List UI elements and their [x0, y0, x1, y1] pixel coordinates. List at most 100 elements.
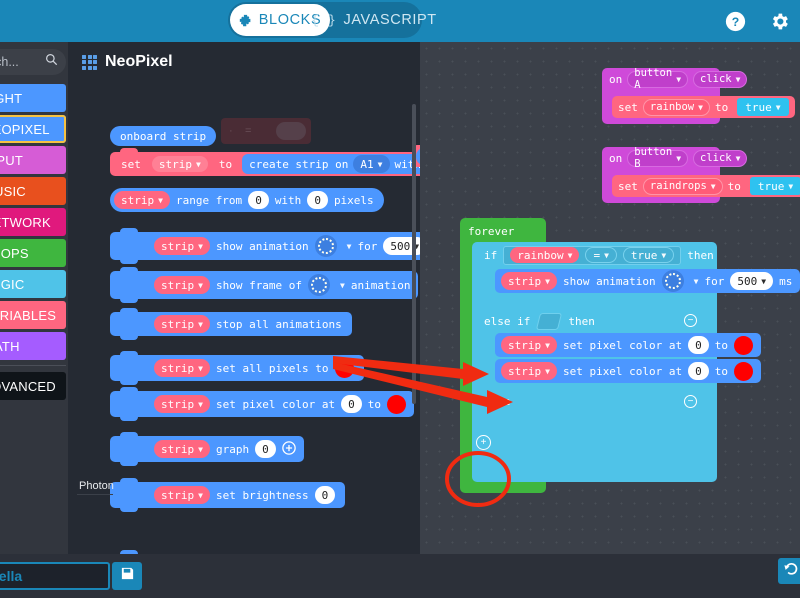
minus-circle-icon[interactable]: − [684, 314, 697, 327]
variable-dropdown-strip[interactable]: strip▼ [501, 336, 557, 354]
color-swatch[interactable] [734, 362, 753, 381]
block-set-pixel-color-1[interactable]: strip▼ set pixel color at 0 to [495, 333, 761, 357]
flyout-vscrollbar[interactable] [412, 104, 416, 404]
block-strip-range[interactable]: strip▼ range from 0 with 0 pixels [110, 188, 384, 212]
color-swatch[interactable] [387, 395, 406, 414]
sidebar-item-label: ADVANCED [0, 379, 56, 394]
chevron-down-icon: ▼ [694, 277, 699, 286]
variable-dropdown-strip[interactable]: strip▼ [154, 486, 210, 504]
block-set-brightness[interactable]: strip▼ set brightness 0 [110, 482, 345, 508]
set-label: set [116, 158, 146, 171]
variable-dropdown-rainbow[interactable]: rainbow▼ [510, 247, 579, 263]
if-block-footer[interactable] [476, 431, 716, 453]
sidebar-item-advanced[interactable]: ADVANCED [0, 372, 66, 400]
sidebar-item-logic[interactable]: LOGIC [0, 270, 66, 298]
show-animation-label: show animation [216, 240, 309, 253]
else-if-row[interactable]: else if then [476, 310, 595, 332]
block-set-rainbow-true[interactable]: set rainbow▼ to true▼ [612, 96, 795, 118]
block-set-strip-create[interactable]: set strip▼ to create strip on A1▼ with 3… [110, 152, 420, 176]
tab-javascript[interactable]: { } JAVASCRIPT [330, 4, 418, 36]
button-dropdown-b[interactable]: button B▼ [627, 150, 688, 167]
block-set-all-pixels[interactable]: strip▼ set all pixels to [110, 355, 364, 381]
variable-dropdown-strip[interactable]: strip▼ [154, 440, 210, 458]
event-type-dropdown-b[interactable]: click▼ [693, 150, 747, 167]
search-input[interactable]: arch... [0, 49, 66, 75]
save-button[interactable] [112, 562, 142, 590]
plus-circle-icon[interactable] [282, 441, 296, 458]
animation-picker[interactable] [662, 270, 684, 292]
chevron-down-icon: ▼ [378, 160, 383, 169]
variable-dropdown-rainbow[interactable]: rainbow▼ [643, 99, 710, 116]
else-row[interactable]: else [476, 390, 511, 412]
animation-picker[interactable] [308, 274, 330, 296]
sidebar-item-light[interactable]: LIGHT [0, 84, 66, 112]
blocks-workspace[interactable]: on button A▼ click▼ set rainbow▼ to true… [420, 42, 800, 554]
block-show-frame[interactable]: strip▼ show frame of ▼ animation [110, 271, 418, 299]
block-stop-animations[interactable]: strip▼ stop all animations [110, 312, 352, 336]
variable-dropdown-strip[interactable]: strip▼ [154, 276, 210, 294]
search-placeholder: arch... [0, 55, 45, 69]
gear-icon[interactable] [768, 10, 790, 32]
variable-dropdown-strip[interactable]: strip▼ [154, 359, 210, 377]
block-set-pixel-color-2[interactable]: strip▼ set pixel color at 0 to [495, 359, 761, 383]
variable-dropdown-strip[interactable]: strip▼ [114, 191, 170, 209]
plus-circle-icon[interactable]: + [476, 435, 491, 450]
variable-dropdown-strip[interactable]: strip▼ [501, 362, 557, 380]
range-start-input[interactable]: 0 [248, 191, 269, 209]
duration-dropdown[interactable]: 500▼ [730, 272, 773, 290]
chevron-down-icon: ▼ [676, 75, 681, 84]
boolean-dropdown-true[interactable]: true▼ [623, 247, 674, 263]
sidebar-item-math[interactable]: MATH [0, 332, 66, 360]
pixel-index-input[interactable]: 0 [688, 362, 709, 380]
chevron-down-icon: ▼ [198, 400, 203, 409]
boolean-dropdown-true[interactable]: true▼ [737, 98, 788, 116]
pin-dropdown[interactable]: A1▼ [353, 155, 389, 173]
variable-dropdown-strip[interactable]: strip▼ [501, 272, 557, 290]
empty-condition-slot[interactable] [536, 313, 562, 330]
help-circle-icon[interactable]: ? [724, 10, 746, 32]
variable-dropdown-strip[interactable]: strip▼ [154, 237, 210, 255]
operator-dropdown[interactable]: =▼ [585, 247, 616, 263]
project-name-input[interactable]: raBrella [0, 562, 110, 590]
block-onboard-strip[interactable]: onboard strip [110, 126, 216, 146]
top-bar-actions: ? [724, 0, 790, 42]
editor-mode-toggle[interactable]: BLOCKS { } JAVASCRIPT [228, 2, 422, 38]
color-swatch[interactable] [335, 359, 354, 378]
block-set-pixel-color[interactable]: strip▼ set pixel color at 0 to [110, 391, 414, 417]
comparison-expression[interactable]: rainbow▼ =▼ true▼ [503, 246, 681, 265]
event-type-dropdown-a[interactable]: click▼ [693, 71, 747, 88]
brightness-input[interactable]: 0 [315, 486, 336, 504]
block-flyout[interactable]: NeoPixel ·= onboard strip set strip▼ to … [68, 42, 420, 554]
block-set-raindrops-true[interactable]: set raindrops▼ to true▼ [612, 175, 800, 197]
sidebar-item-variables[interactable]: VARIABLES [0, 301, 66, 329]
sidebar-item-neopixel[interactable]: NEOPIXEL [0, 115, 66, 143]
block-show-animation-nested[interactable]: strip▼ show animation ▼ for 500▼ ms [495, 269, 800, 293]
block-show-animation[interactable]: strip▼ show animation ▼ for 500▼ ms [110, 232, 420, 260]
then-label: then [687, 249, 714, 262]
color-swatch[interactable] [734, 336, 753, 355]
variable-dropdown-strip[interactable]: strip▼ [151, 155, 209, 173]
graph-value-input[interactable]: 0 [255, 440, 276, 458]
variable-dropdown-strip[interactable]: strip▼ [154, 395, 210, 413]
variable-dropdown-raindrops[interactable]: raindrops▼ [643, 178, 723, 195]
animation-picker[interactable] [315, 235, 337, 257]
sidebar-item-music[interactable]: MUSIC [0, 177, 66, 205]
stop-animations-label: stop all animations [216, 318, 342, 331]
sidebar-item-loops[interactable]: LOOPS [0, 239, 66, 267]
minus-circle-icon[interactable]: − [684, 395, 697, 408]
undo-button[interactable] [778, 558, 800, 584]
variable-dropdown-strip[interactable]: strip▼ [154, 315, 210, 333]
chevron-down-icon: ▼ [776, 103, 781, 112]
if-condition-row[interactable]: if rainbow▼ =▼ true▼ then [476, 244, 714, 266]
sidebar-item-label: LOOPS [0, 246, 29, 261]
button-dropdown-a[interactable]: button A▼ [627, 71, 688, 88]
pixel-index-input[interactable]: 0 [688, 336, 709, 354]
set-pixel-color-label: set pixel color at [216, 398, 335, 411]
sidebar-item-input[interactable]: INPUT [0, 146, 66, 174]
boolean-dropdown-true[interactable]: true▼ [750, 177, 800, 195]
sidebar-item-network[interactable]: NETWORK [0, 208, 66, 236]
block-graph[interactable]: strip▼ graph 0 [110, 436, 304, 462]
pixel-index-input[interactable]: 0 [341, 395, 362, 413]
block-create-strip[interactable]: create strip on A1▼ with 30 pixels [242, 154, 420, 174]
range-count-input[interactable]: 0 [307, 191, 328, 209]
